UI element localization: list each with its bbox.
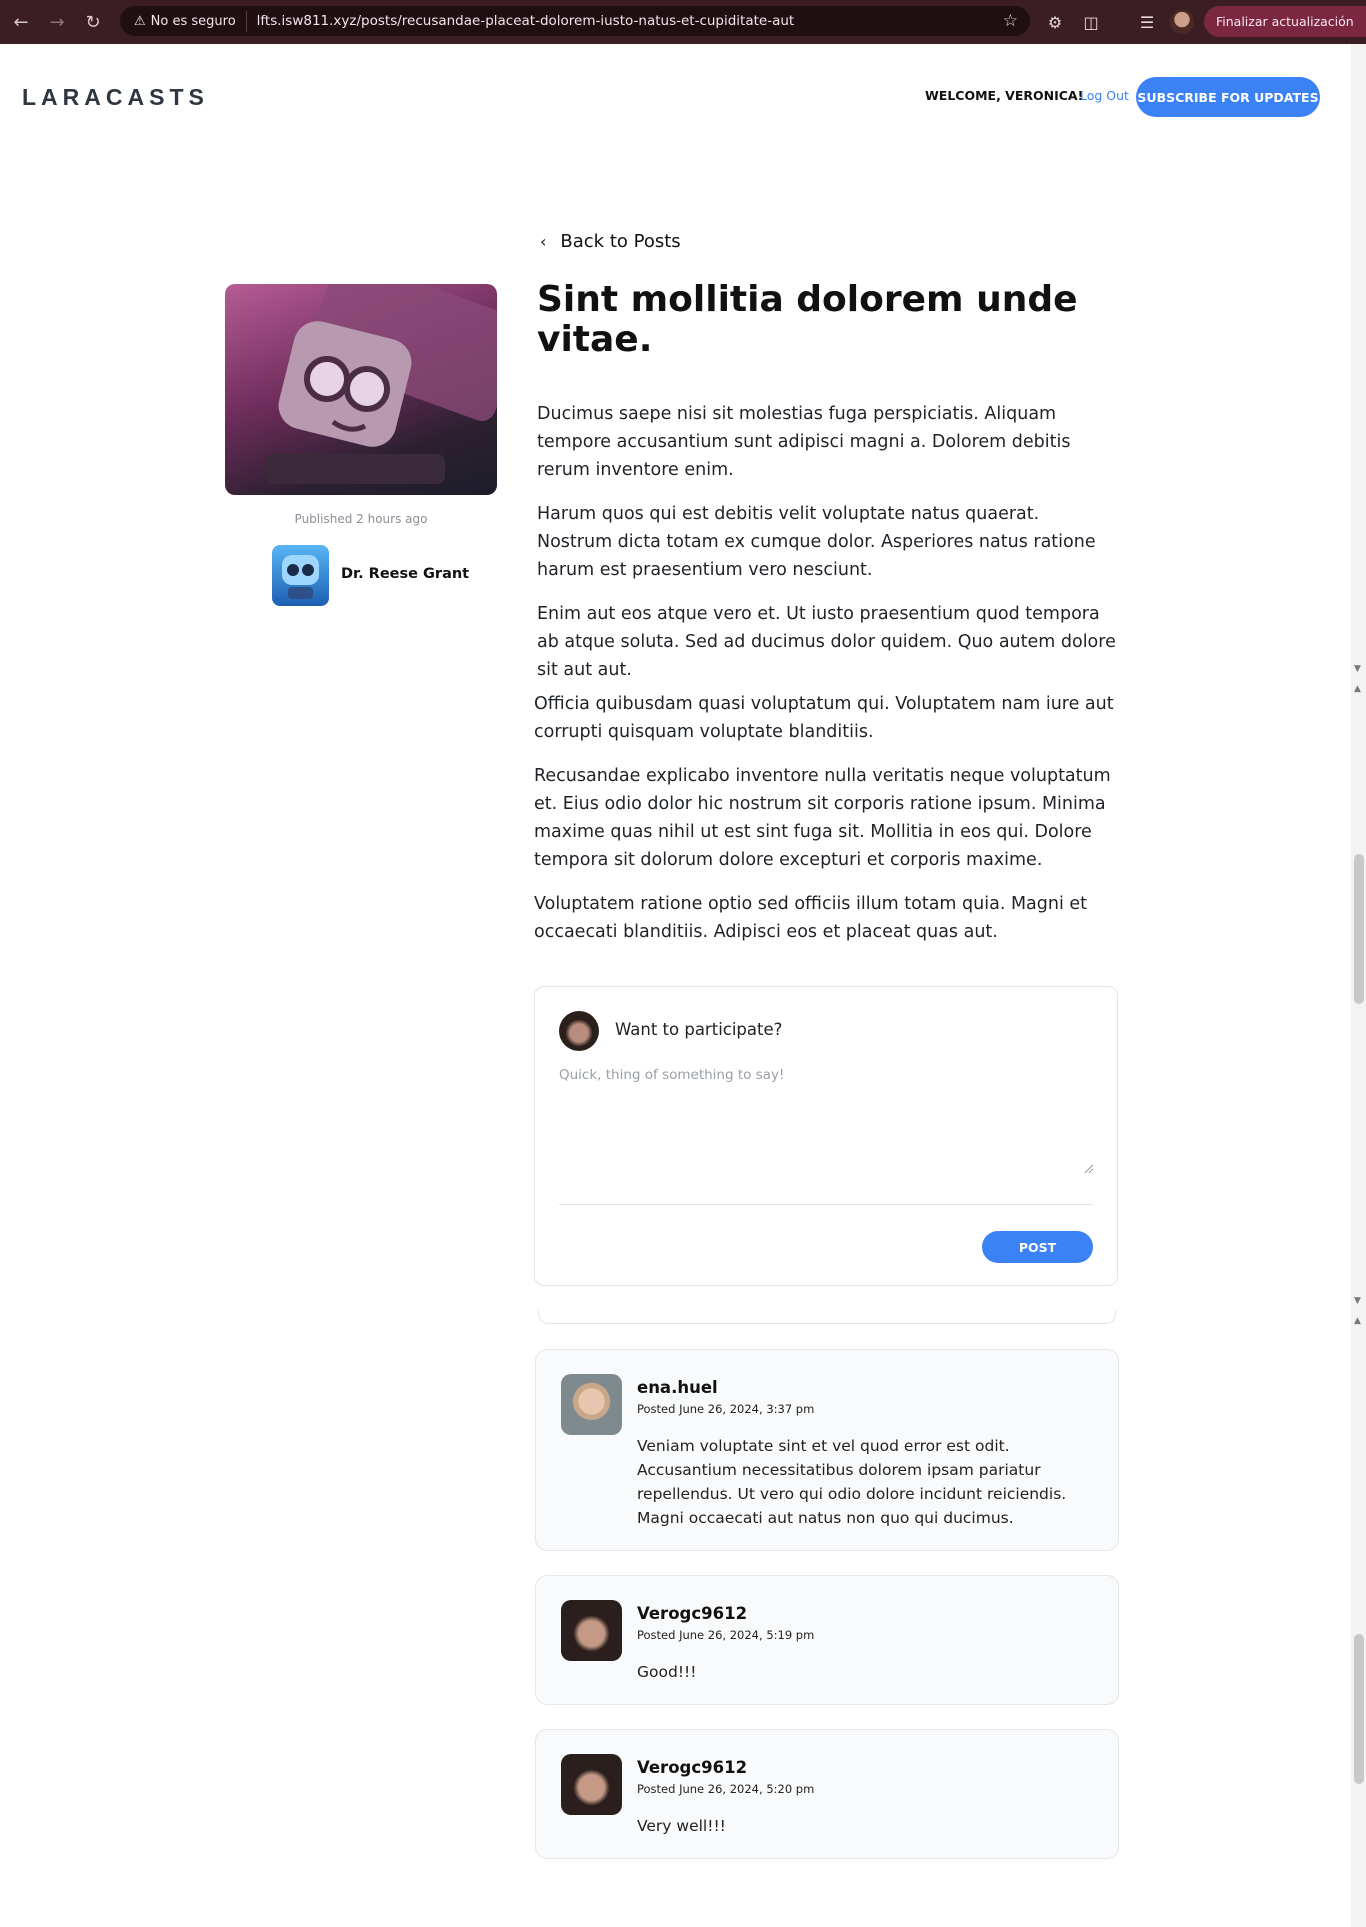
browser-toolbar: ← → ↻ ⚠ No es seguro lfts.isw811.xyz/pos… [0, 0, 1366, 44]
logout-link[interactable]: Log Out [1080, 88, 1129, 103]
scrollbar-thumb[interactable] [1354, 1634, 1364, 1784]
commenter-name: Verogc9612 [637, 1758, 748, 1777]
post-thumbnail [225, 284, 497, 495]
post-paragraph: Officia quibusdam quasi voluptatum qui. … [534, 694, 1114, 742]
robot-avatar-icon [282, 555, 319, 599]
back-arrow-icon[interactable]: ← [6, 7, 36, 37]
back-to-posts-link[interactable]: ‹ Back to Posts [540, 231, 681, 252]
extension-gear-icon[interactable]: ⚙ [1042, 9, 1068, 35]
scroll-down-icon[interactable]: ▼ [1354, 1296, 1361, 1306]
comment-form: Want to participate? POST [534, 986, 1118, 1286]
media-queue-icon[interactable]: ☰ [1134, 9, 1160, 35]
post-paragraph: Enim aut eos atque vero et. Ut iusto pra… [537, 604, 1116, 680]
bookmark-star-icon[interactable]: ☆ [1003, 11, 1018, 31]
site-logo[interactable]: LARACASTS [22, 84, 209, 111]
post-title: Sint mollitia dolorem unde vitae. [537, 279, 1078, 360]
welcome-text: WELCOME, VERONICA! [925, 88, 1084, 103]
commenter-name: ena.huel [637, 1378, 718, 1397]
security-label: No es seguro [150, 13, 236, 29]
reload-icon[interactable]: ↻ [78, 7, 108, 37]
url-text[interactable]: lfts.isw811.xyz/posts/recusandae-placeat… [257, 13, 795, 29]
commenter-avatar [561, 1754, 622, 1815]
more-vert-icon: ⋮ [1362, 13, 1366, 29]
update-button[interactable]: Finalizar actualización ⋮ [1204, 6, 1366, 37]
commenter-name: Verogc9612 [637, 1604, 748, 1623]
address-bar[interactable]: ⚠ No es seguro lfts.isw811.xyz/posts/rec… [120, 6, 1030, 36]
comment-textarea[interactable] [559, 1067, 1093, 1163]
subscribe-button[interactable]: SUBSCRIBE FOR UPDATES [1136, 77, 1320, 117]
commenter-avatar [561, 1600, 622, 1661]
chevron-left-icon: ‹ [540, 232, 547, 251]
robot-illustration-icon [265, 284, 497, 484]
scroll-down-icon[interactable]: ▼ [1354, 664, 1361, 674]
forward-arrow-icon[interactable]: → [42, 7, 72, 37]
post-paragraph: Harum quos qui est debitis velit volupta… [537, 504, 1096, 580]
current-user-avatar [559, 1011, 599, 1051]
comment-body: Veniam voluptate sint et vel quod error … [637, 1437, 1067, 1527]
comment-card: Verogc9612 Posted June 26, 2024, 5:20 pm… [535, 1729, 1119, 1859]
comment-body: Good!!! [637, 1663, 697, 1681]
profile-avatar[interactable] [1170, 10, 1194, 34]
comment-card: ena.huel Posted June 26, 2024, 3:37 pm V… [535, 1349, 1119, 1551]
scroll-up-icon[interactable]: ▲ [1354, 684, 1361, 694]
published-time: Published 2 hours ago [294, 512, 428, 526]
post-paragraph: Recusandae explicabo inventore nulla ver… [534, 766, 1111, 870]
section-divider [538, 1310, 1116, 1324]
extensions-puzzle-icon[interactable]: ◫ [1078, 9, 1104, 35]
comment-body: Very well!!! [637, 1817, 726, 1835]
comment-date: Posted June 26, 2024, 5:19 pm [637, 1628, 815, 1642]
comment-card: Verogc9612 Posted June 26, 2024, 5:19 pm… [535, 1575, 1119, 1705]
scroll-up-icon[interactable]: ▲ [1354, 1316, 1361, 1326]
form-heading: Want to participate? [615, 1020, 783, 1039]
warning-icon: ⚠ [134, 13, 146, 29]
author-avatar [272, 545, 329, 606]
security-indicator[interactable]: ⚠ No es seguro [130, 10, 247, 32]
comment-date: Posted June 26, 2024, 5:20 pm [637, 1782, 815, 1796]
page-scrollbar[interactable]: ▼ ▲ ▼ ▲ [1351, 44, 1366, 1927]
post-paragraph: Voluptatem ratione optio sed officiis il… [534, 894, 1088, 942]
resize-handle-icon[interactable] [1083, 1163, 1093, 1173]
author-name[interactable]: Dr. Reese Grant [341, 566, 469, 582]
commenter-avatar [561, 1374, 622, 1435]
form-divider [559, 1204, 1093, 1205]
back-label: Back to Posts [560, 231, 681, 252]
post-paragraph: Ducimus saepe nisi sit molestias fuga pe… [537, 404, 1071, 480]
comment-date: Posted June 26, 2024, 3:37 pm [637, 1402, 815, 1416]
post-button[interactable]: POST [982, 1231, 1093, 1263]
scrollbar-thumb[interactable] [1354, 854, 1364, 1004]
update-label: Finalizar actualización [1216, 14, 1354, 29]
